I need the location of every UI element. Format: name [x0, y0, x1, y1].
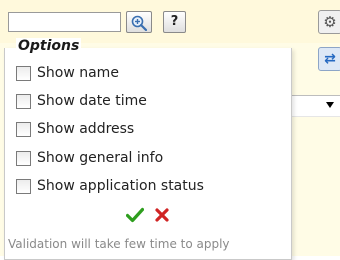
option-label: Show application status: [37, 178, 204, 194]
option-show-address[interactable]: Show address: [16, 119, 134, 139]
background-dropdown[interactable]: [292, 95, 340, 117]
option-show-name[interactable]: Show name: [16, 63, 119, 83]
gear-icon[interactable]: ⚙: [318, 10, 340, 34]
checkmark-icon[interactable]: [126, 207, 144, 223]
refresh-icon[interactable]: ⇄: [318, 47, 340, 71]
show-application-status-checkbox[interactable]: [16, 178, 31, 194]
show-name-checkbox[interactable]: [16, 65, 31, 81]
option-show-date-time[interactable]: Show date time: [16, 91, 147, 111]
validation-note: Validation will take few time to apply: [8, 237, 230, 251]
show-date-time-checkbox[interactable]: [16, 93, 31, 109]
search-input[interactable]: [8, 12, 121, 32]
option-label: Show date time: [37, 93, 147, 109]
show-general-info-checkbox[interactable]: [16, 150, 31, 166]
help-button[interactable]: ?: [163, 11, 186, 33]
options-title: Options: [16, 38, 82, 54]
magnifier-plus-icon: [131, 15, 147, 31]
option-show-general-info[interactable]: Show general info: [16, 148, 163, 168]
zoom-button[interactable]: [126, 11, 152, 33]
option-label: Show name: [37, 65, 119, 81]
option-label: Show address: [37, 121, 135, 137]
chevron-down-icon: [326, 102, 334, 108]
show-address-checkbox[interactable]: [16, 121, 31, 137]
cross-icon[interactable]: [154, 207, 170, 223]
option-show-application-status[interactable]: Show application status: [16, 176, 204, 196]
option-label: Show general info: [37, 150, 164, 166]
